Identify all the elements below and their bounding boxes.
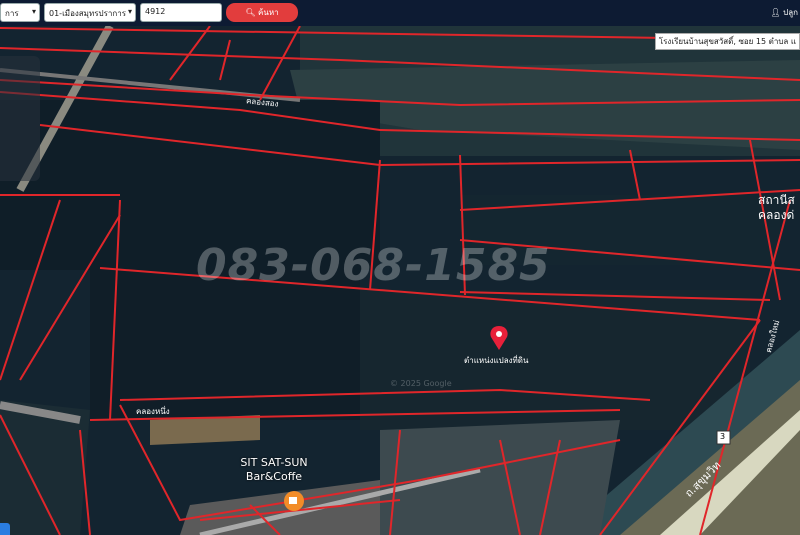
poi-label[interactable]: SIT SAT-SUN Bar&Coffe bbox=[222, 456, 326, 484]
station-label-line2: คลองด่ bbox=[758, 208, 795, 222]
coffee-icon[interactable] bbox=[284, 491, 304, 511]
route-shield-number: 3 bbox=[720, 432, 726, 441]
province-select[interactable]: การ ▾ bbox=[0, 3, 40, 22]
district-select[interactable]: 01-เมืองสมุทรปราการ ▾ bbox=[44, 3, 136, 22]
search-button[interactable]: 🔍︎ ค้นหา bbox=[226, 3, 298, 22]
top-toolbar: การ ▾ 01-เมืองสมุทรปราการ ▾ 4912 🔍︎ ค้นห… bbox=[0, 0, 800, 26]
search-button-label: ค้นหา bbox=[258, 8, 279, 17]
province-select-value: การ bbox=[5, 9, 19, 18]
side-toggle-button[interactable] bbox=[0, 523, 10, 535]
canal-label-klong-nueng: คลองหนึ่ง bbox=[136, 407, 170, 416]
user-label: ปลูก bbox=[783, 8, 798, 17]
chevron-down-icon: ▾ bbox=[127, 7, 132, 16]
phone-watermark: 083-068-1585 bbox=[196, 240, 551, 291]
user-icon: 👤︎ bbox=[770, 8, 781, 17]
parcel-number-input[interactable]: 4912 bbox=[140, 3, 222, 22]
map-copyright: © 2025 Google bbox=[390, 379, 452, 388]
address-tag: โรงเรียนบ้านสุขสวัสดิ์, ซอย 15 ตำบล แ bbox=[654, 33, 800, 50]
chevron-down-icon: ▾ bbox=[31, 7, 36, 16]
search-icon: 🔍︎ bbox=[245, 8, 256, 17]
district-select-value: 01-เมืองสมุทรปราการ bbox=[49, 9, 127, 18]
map-control-panel[interactable] bbox=[0, 56, 40, 181]
marker-label: ตำแหน่งแปลงที่ดิน bbox=[464, 356, 529, 365]
user-menu[interactable]: 👤︎ ปลูก bbox=[770, 6, 798, 19]
parcel-number-value: 4912 bbox=[145, 7, 166, 16]
